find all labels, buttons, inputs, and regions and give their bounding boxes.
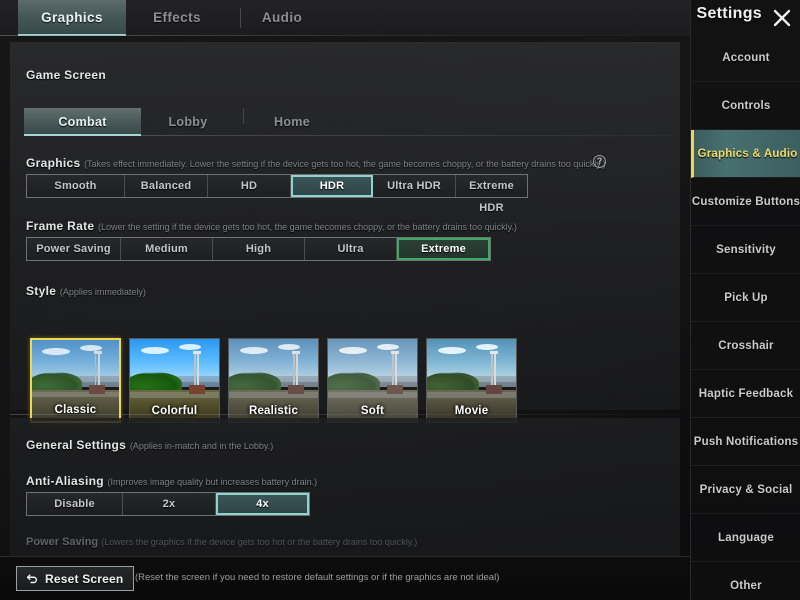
- anti-aliasing-option-2x[interactable]: 2x: [123, 493, 216, 515]
- general-settings-title-text: General Settings: [26, 438, 127, 452]
- style-thumb-label: Realistic: [248, 405, 299, 417]
- tab-separator: [240, 8, 241, 28]
- graphics-label: Graphics (Takes effect immediately. Lowe…: [26, 156, 606, 170]
- graphics-option-extreme-hdr[interactable]: Extreme HDR: [456, 175, 527, 214]
- reset-screen-label: Reset Screen: [45, 571, 124, 586]
- anti-aliasing-desc: (Improves image quality but increases ba…: [107, 477, 318, 487]
- tab-audio[interactable]: Audio: [252, 0, 312, 36]
- tab-graphics[interactable]: Graphics: [18, 0, 126, 36]
- settings-screen: Graphics Effects Audio Game Screen Comba…: [0, 0, 800, 600]
- sidebar-item-haptic-feedback[interactable]: Haptic Feedback: [691, 370, 800, 418]
- settings-sidebar: Settings Account Controls Graphics & Aud…: [690, 0, 800, 600]
- top-tab-bar: Graphics Effects Audio: [0, 0, 690, 36]
- anti-aliasing-option-row: Disable 2x 4x: [26, 492, 310, 516]
- power-saving-label: Power Saving (Lowers the graphics if the…: [26, 536, 586, 550]
- style-thumb-label: Movie: [454, 405, 489, 417]
- sidebar-item-pick-up[interactable]: Pick Up: [691, 274, 800, 322]
- bottom-bar: Reset Screen (Reset the screen if you ne…: [0, 556, 690, 600]
- sidebar-item-language[interactable]: Language: [691, 514, 800, 562]
- style-thumb-realistic[interactable]: Realistic: [228, 338, 319, 423]
- reset-screen-desc: (Reset the screen if you need to restore…: [135, 572, 500, 583]
- frame-rate-label-text: Frame Rate: [26, 219, 95, 233]
- graphics-option-smooth[interactable]: Smooth: [27, 175, 125, 197]
- graphics-label-text: Graphics: [26, 156, 81, 170]
- frame-rate-option-extreme[interactable]: Extreme: [397, 238, 490, 260]
- style-label: Style (Applies immediately): [26, 284, 146, 298]
- tab-effects[interactable]: Effects: [140, 0, 214, 36]
- frame-rate-option-high[interactable]: High: [213, 238, 305, 260]
- anti-aliasing-option-4x[interactable]: 4x: [216, 493, 309, 515]
- style-thumb-movie[interactable]: Movie: [426, 338, 517, 423]
- style-thumb-classic[interactable]: Classic: [30, 338, 121, 423]
- style-thumb-label: Colorful: [151, 405, 198, 417]
- sidebar-item-graphics-audio[interactable]: Graphics & Audio: [691, 130, 800, 178]
- settings-header: Settings: [690, 0, 800, 34]
- subtab-rule: [141, 135, 670, 136]
- subtab-separator: [243, 108, 244, 124]
- sidebar-item-privacy-social[interactable]: Privacy & Social: [691, 466, 800, 514]
- style-thumb-colorful[interactable]: Colorful: [129, 338, 220, 423]
- subtab-combat[interactable]: Combat: [24, 108, 141, 136]
- style-label-text: Style: [26, 284, 57, 298]
- sidebar-item-push-notifications[interactable]: Push Notifications: [691, 418, 800, 466]
- graphics-option-ultra-hdr[interactable]: Ultra HDR: [373, 175, 456, 197]
- settings-title: Settings: [696, 5, 762, 22]
- sidebar-item-account[interactable]: Account: [691, 34, 800, 82]
- game-screen-title: Game Screen: [26, 68, 107, 82]
- frame-rate-desc: (Lower the setting if the device gets to…: [98, 222, 517, 232]
- sidebar-item-controls[interactable]: Controls: [691, 82, 800, 130]
- frame-rate-option-medium[interactable]: Medium: [121, 238, 213, 260]
- style-thumb-soft[interactable]: Soft: [327, 338, 418, 423]
- section-divider: [10, 414, 680, 415]
- graphics-option-hdr[interactable]: HDR: [291, 175, 373, 197]
- graphics-option-balanced[interactable]: Balanced: [125, 175, 208, 197]
- subtab-home[interactable]: Home: [256, 108, 328, 136]
- frame-rate-option-power-saving[interactable]: Power Saving: [27, 238, 121, 260]
- graphics-option-hd[interactable]: HD: [208, 175, 291, 197]
- sidebar-item-crosshair[interactable]: Crosshair: [691, 322, 800, 370]
- general-settings-title: General Settings (Applies in-match and i…: [26, 438, 273, 452]
- frame-rate-label: Frame Rate (Lower the setting if the dev…: [26, 219, 517, 233]
- graphics-desc: (Takes effect immediately. Lower the set…: [84, 159, 606, 169]
- close-x-icon[interactable]: [770, 6, 794, 30]
- sidebar-item-customize-buttons[interactable]: Customize Buttons: [691, 178, 800, 226]
- general-settings-desc: (Applies in-match and in the Lobby.): [129, 441, 274, 451]
- power-saving-desc: (Lowers the graphics if the device gets …: [101, 537, 418, 547]
- sidebar-item-other[interactable]: Other: [691, 562, 800, 600]
- style-desc: (Applies immediately): [59, 287, 146, 297]
- anti-aliasing-label: Anti-Aliasing (Improves image quality bu…: [26, 474, 317, 488]
- subtab-lobby[interactable]: Lobby: [152, 108, 224, 136]
- power-saving-label-text: Power Saving: [26, 536, 99, 548]
- undo-arrow-icon: [25, 572, 39, 586]
- frame-rate-option-ultra[interactable]: Ultra: [305, 238, 397, 260]
- anti-aliasing-option-disable[interactable]: Disable: [27, 493, 123, 515]
- main-content: Game Screen Combat Lobby Home Graphics (…: [0, 36, 690, 578]
- frame-rate-option-row: Power Saving Medium High Ultra Extreme: [26, 237, 491, 261]
- anti-aliasing-label-text: Anti-Aliasing: [26, 474, 104, 488]
- reset-screen-button[interactable]: Reset Screen: [16, 566, 135, 591]
- graphics-help-icon[interactable]: ?: [593, 155, 606, 168]
- graphics-option-row: Smooth Balanced HD HDR Ultra HDR Extreme…: [26, 174, 528, 214]
- sidebar-item-sensitivity[interactable]: Sensitivity: [691, 226, 800, 274]
- style-thumb-label: Soft: [360, 405, 385, 417]
